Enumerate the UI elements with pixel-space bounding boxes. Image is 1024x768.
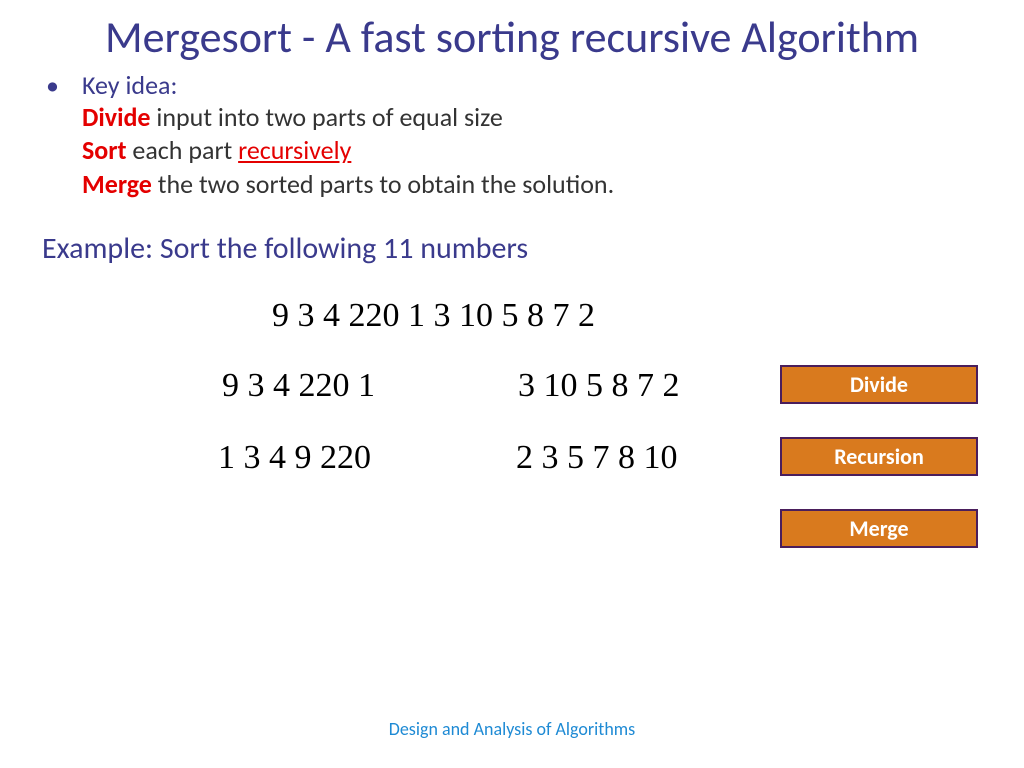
line-sort: Sort each part recursively [82,134,1024,168]
keyword-recursively: recursively [238,134,351,166]
keyword-divide: Divide [82,101,151,133]
key-idea-lines: Divide input into two parts of equal siz… [82,101,1024,202]
line-merge: Merge the two sorted parts to obtain the… [82,168,1024,202]
keyword-sort: Sort [82,134,127,166]
footer-text: Design and Analysis of Algorithms [0,718,1024,740]
numbers-recursion-right: 2 3 5 7 8 10 [516,439,678,477]
numbers-divide-right: 3 10 5 8 7 2 [518,367,680,405]
key-idea-label: Key idea: [82,69,177,101]
line-divide: Divide input into two parts of equal siz… [82,101,1024,135]
numbers-full: 9 3 4 220 1 3 10 5 8 7 2 [272,297,595,335]
line-merge-rest: the two sorted parts to obtain the solut… [152,168,614,200]
step-recursion-box: Recursion [780,437,978,476]
line-divide-rest: input into two parts of equal size [151,101,503,133]
step-divide-box: Divide [780,365,978,404]
key-idea-block: • Key idea: [46,69,1024,101]
line-sort-mid: each part [127,134,239,166]
example-heading: Example: Sort the following 11 numbers [42,230,1024,267]
keyword-merge: Merge [82,168,152,200]
numbers-recursion-left: 1 3 4 9 220 [218,439,371,477]
slide-title: Mergesort - A fast sorting recursive Alg… [0,0,1024,63]
step-merge-box: Merge [780,509,978,548]
bullet-dot-icon: • [46,69,82,101]
numbers-divide-left: 9 3 4 220 1 [222,367,375,405]
